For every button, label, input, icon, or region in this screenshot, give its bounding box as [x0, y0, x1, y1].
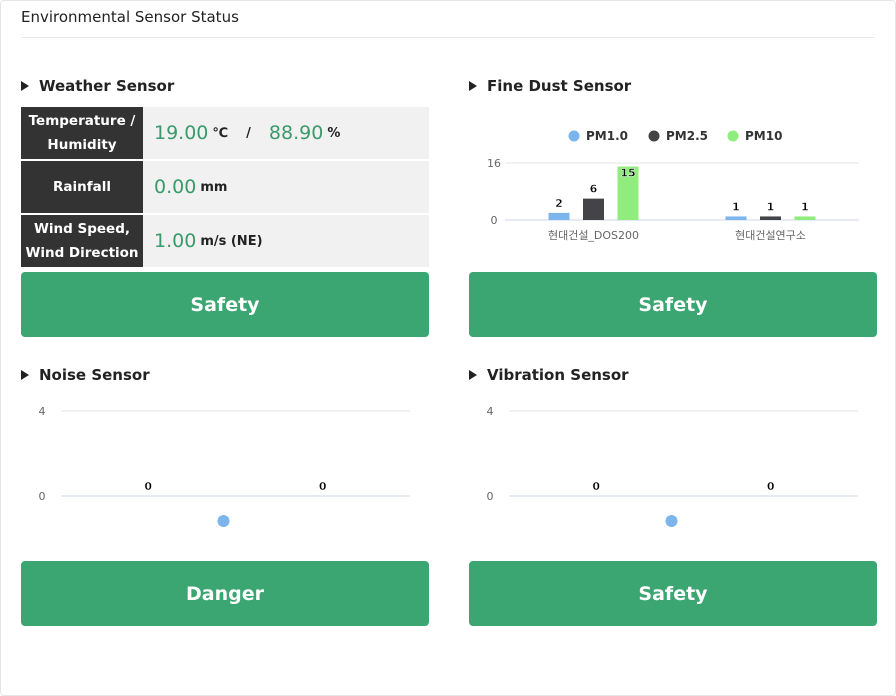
dust-y-tick-label: 0 — [491, 214, 498, 227]
dust-bar — [583, 198, 604, 220]
dust-data-label: 2 — [555, 197, 563, 210]
dust-bar — [725, 216, 747, 220]
vibration-data-label: 0 — [592, 480, 600, 493]
vibration-y-tick-label: 0 — [487, 490, 494, 503]
dust-data-label: 1 — [732, 200, 740, 213]
dust-x-tick-label: 현대건설_DOS200 — [548, 229, 639, 242]
dust-legend-label: PM10 — [745, 129, 782, 143]
dust-data-label: 6 — [590, 183, 598, 196]
dust-legend-marker — [568, 130, 580, 142]
noise-data-label: 0 — [144, 480, 152, 493]
dust-bar — [794, 216, 816, 220]
dust-legend-label: PM2.5 — [666, 129, 708, 143]
vibration-data-label: 0 — [767, 480, 775, 493]
noise-y-tick-label: 4 — [39, 405, 46, 418]
dust-x-tick-label: 현대건설연구소 — [735, 229, 806, 242]
charts-layer: 0 16 현대건설_DOS200 2 6 15 현대건설연구소 1 1 1 PM1.0 PM2.5 PM… — [39, 129, 859, 527]
dust-bar — [548, 212, 570, 220]
dust-legend-marker — [648, 130, 660, 142]
vibration-legend-marker — [665, 515, 678, 527]
dust-legend-marker — [727, 130, 739, 142]
vibration-y-tick-label: 4 — [487, 405, 494, 418]
dust-data-label: 1 — [767, 200, 775, 213]
noise-legend-marker — [217, 515, 230, 527]
dust-bar — [760, 216, 781, 220]
dust-data-label: 15 — [620, 167, 635, 180]
dust-data-label: 1 — [801, 200, 809, 213]
noise-data-label: 0 — [319, 480, 327, 493]
noise-y-tick-label: 0 — [39, 490, 46, 503]
dust-y-tick-label: 16 — [487, 157, 501, 170]
dust-legend-label: PM1.0 — [586, 129, 628, 143]
